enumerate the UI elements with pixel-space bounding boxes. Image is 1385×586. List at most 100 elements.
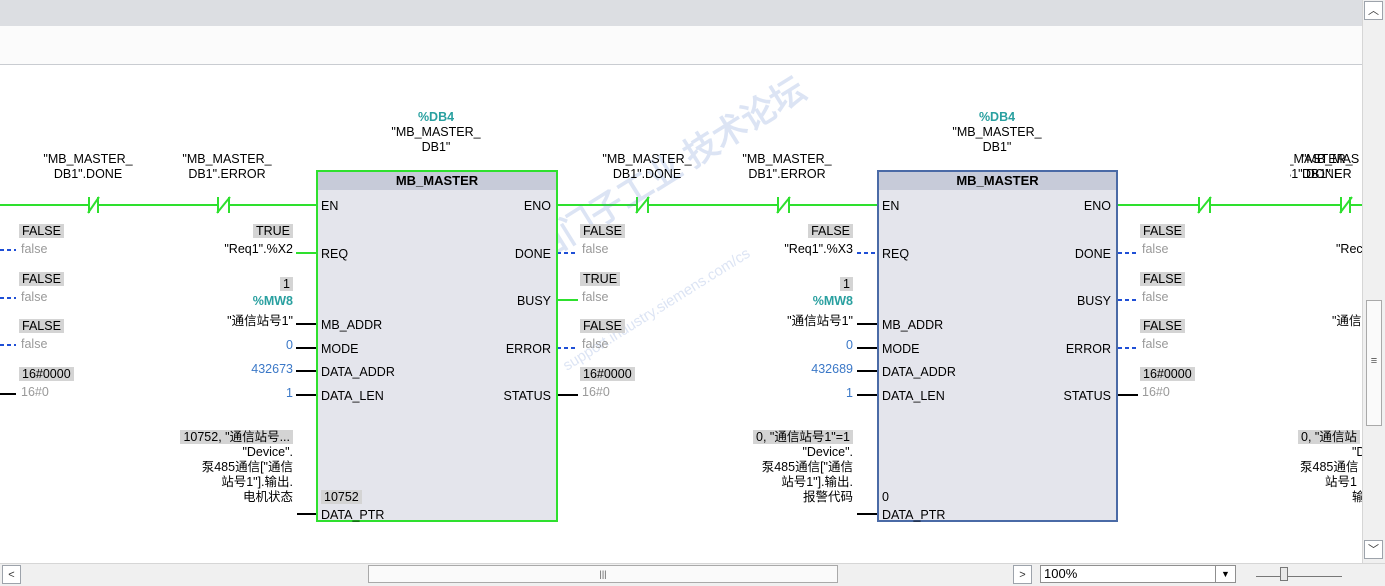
data-ptr-operand[interactable]: 0, "通信站号1"=1 "Device". 泵485通信["通信 站号1"].…	[700, 430, 853, 505]
data-ptr-monitor-value: 0, "通信站	[1298, 430, 1360, 444]
error-operand[interactable]: false	[582, 337, 608, 352]
pin-error: ERROR	[505, 342, 551, 356]
instance-db-header[interactable]: %DB4 "MB_MASTER_ DB1"	[386, 110, 486, 155]
operand-value: 16#0	[21, 385, 49, 399]
mb-addr-monitor: 1	[840, 277, 853, 291]
data-ptr-monitor-value: 0, "通信站号1"=1	[753, 430, 853, 444]
tag-line: DB1".DONE	[53, 167, 123, 181]
ptr-line: "D	[1352, 445, 1362, 459]
chevron-down-icon[interactable]: ▼	[1215, 566, 1235, 582]
tag-line: "MB_MASTER_	[182, 152, 272, 166]
busy-monitor: FALSE	[1140, 272, 1185, 286]
status-operand[interactable]: 16#0	[1142, 385, 1170, 400]
monitor-value: FALSE	[19, 224, 64, 238]
data-ptr-operand[interactable]: 10752, "通信站号... "Device". 泵485通信["通信 站号1…	[140, 430, 293, 505]
pin-eno: ENO	[1083, 199, 1111, 213]
operand-value: false	[21, 337, 48, 351]
mode-constant[interactable]: 0	[736, 338, 853, 353]
status-operand[interactable]: 16#0	[582, 385, 610, 400]
contact-tag-done[interactable]: "MB_MASTER_ DB1".DONE	[597, 152, 697, 182]
tag-line: DB1".ERROR	[748, 167, 826, 181]
zoom-slider-handle[interactable]	[1280, 567, 1288, 581]
done-operand[interactable]: false	[582, 242, 608, 257]
busy-operand[interactable]: false	[582, 290, 608, 305]
operand-value: false	[21, 290, 48, 304]
operand-value: false	[21, 242, 48, 256]
pin-busy: BUSY	[516, 294, 551, 308]
busy-operand[interactable]: false	[1142, 290, 1168, 305]
pin-data-ptr: DATA_PTR	[882, 508, 946, 522]
pin-data-addr: DATA_ADDR	[321, 365, 395, 379]
data-len-constant[interactable]: 1	[736, 386, 853, 401]
pin-en: EN	[321, 199, 339, 213]
mb-addr-monitor: 1	[280, 277, 293, 291]
contact-tag-done[interactable]: "MB_MASTER_ DB1".DONE	[38, 152, 138, 182]
ptr-line: 站号1"].输出.	[221, 475, 293, 489]
contact-tag-error[interactable]: "MB_MASTER_ DB1".ERROR	[737, 152, 837, 182]
error-monitor: FALSE	[1140, 319, 1185, 333]
pin-req: REQ	[321, 247, 349, 261]
contact-tag-error[interactable]: "MB_MAS DB1".ER	[1302, 152, 1359, 182]
error-monitor: FALSE	[580, 319, 625, 333]
db-address: %DB4	[417, 110, 455, 124]
db-symbol: DB1"	[421, 140, 451, 154]
contact-tag-error[interactable]: "MB_MASTER_ DB1".ERROR	[177, 152, 277, 182]
pin-done: DONE	[1074, 247, 1111, 261]
monitor-value: 16#0000	[19, 367, 74, 381]
mb-addr-address: %MW8	[812, 294, 853, 308]
mb-addr-operand[interactable]: "通信	[1332, 314, 1361, 329]
mb-master-block-1[interactable]: MB_MASTER EN REQ MB_ADDR MODE DATA_ADDR …	[316, 170, 558, 522]
pin-data-len: DATA_LEN	[321, 389, 384, 403]
req-operand[interactable]: "Req1".%X3	[736, 242, 853, 257]
pin-data-len: DATA_LEN	[882, 389, 945, 403]
scroll-left-button[interactable]: <	[2, 565, 21, 584]
req-operand[interactable]: "Rec	[1336, 242, 1362, 257]
error-operand[interactable]: false	[1142, 337, 1168, 352]
db-symbol: "MB_MASTER_	[952, 125, 1042, 139]
grip-icon: ≡	[1370, 355, 1378, 367]
pin-error: ERROR	[1065, 342, 1111, 356]
scroll-down-button[interactable]: ﹀	[1364, 540, 1383, 559]
mode-constant[interactable]: 0	[176, 338, 293, 353]
data-addr-constant[interactable]: 432689	[736, 362, 853, 377]
db-symbol: "MB_MASTER_	[391, 125, 481, 139]
mb-addr-address: %MW8	[252, 294, 293, 308]
data-ptr-monitor: 0	[882, 490, 889, 504]
done-monitor: FALSE	[1140, 224, 1185, 238]
instance-db-header[interactable]: %DB4 "MB_MASTER_ DB1"	[947, 110, 1047, 155]
ptr-line: 站号1"].输出.	[781, 475, 853, 489]
pin-done: DONE	[514, 247, 551, 261]
block-type-title: MB_MASTER	[879, 172, 1116, 190]
zoom-select[interactable]: 100%	[1040, 565, 1236, 583]
ptr-line: 站号1	[1325, 475, 1357, 489]
tag-line: "MB_MASTER_	[602, 152, 692, 166]
horizontal-scroll-thumb[interactable]: |||	[368, 565, 838, 583]
pin-en: EN	[882, 199, 900, 213]
vertical-scrollbar[interactable]	[1362, 0, 1385, 563]
pin-data-addr: DATA_ADDR	[882, 365, 956, 379]
pin-req: REQ	[882, 247, 910, 261]
zoom-value: 100%	[1044, 566, 1078, 581]
done-operand[interactable]: false	[1142, 242, 1168, 257]
vertical-scroll-thumb[interactable]: ≡	[1366, 300, 1382, 426]
pin-mb-addr: MB_ADDR	[882, 318, 944, 332]
tag-line: "MB_MASTER_	[742, 152, 832, 166]
tag-line: DB1".DONE	[612, 167, 682, 181]
mb-master-block-2[interactable]: MB_MASTER EN REQ MB_ADDR MODE DATA_ADDR …	[877, 170, 1118, 522]
pin-mb-addr: MB_ADDR	[321, 318, 383, 332]
status-monitor: 16#0000	[580, 367, 635, 381]
mb-addr-operand[interactable]: "通信站号1"	[176, 314, 293, 329]
block-type-title: MB_MASTER	[318, 172, 556, 190]
req-operand[interactable]: "Req1".%X2	[176, 242, 293, 257]
data-addr-constant[interactable]: 432673	[176, 362, 293, 377]
scroll-up-button[interactable]: ︿	[1364, 1, 1383, 20]
right-partial-network: "MB_MASTER_ DB1".DONE "MB_MAS DB1".ER "R…	[1290, 140, 1362, 560]
ptr-line: 泵485通信["通信	[201, 460, 293, 474]
data-ptr-monitor: 10752	[321, 490, 362, 504]
tag-line: DB1".ERROR	[188, 167, 266, 181]
scroll-right-button[interactable]: >	[1013, 565, 1032, 584]
zoom-slider-track[interactable]	[1256, 576, 1342, 577]
mb-addr-operand[interactable]: "通信站号1"	[736, 314, 853, 329]
data-len-constant[interactable]: 1	[176, 386, 293, 401]
pin-eno: ENO	[523, 199, 551, 213]
